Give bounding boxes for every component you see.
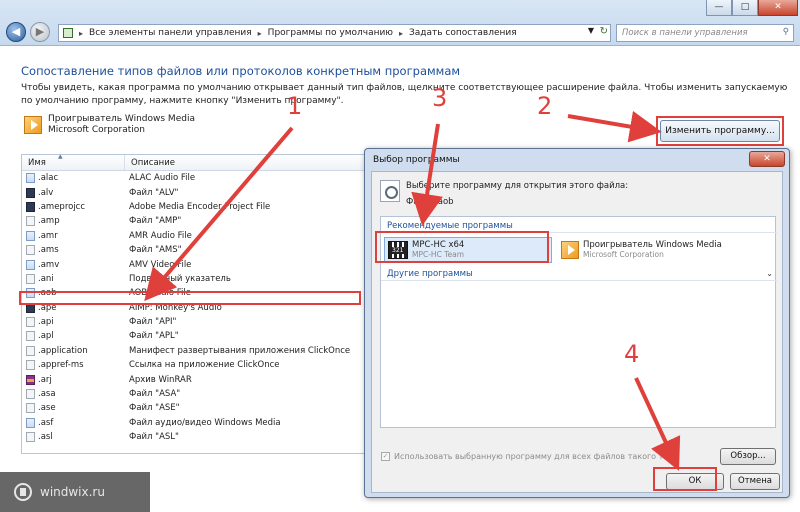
arrow-4 <box>634 377 681 471</box>
arrow-1 <box>144 126 294 302</box>
windwix-logo-icon <box>14 483 32 501</box>
annotation-arrows <box>144 110 681 471</box>
watermark: windwix.ru <box>0 472 150 512</box>
arrow-2 <box>567 110 662 143</box>
annotation-number-4: 4 <box>624 340 640 368</box>
annotation-number-3: 3 <box>432 84 448 112</box>
annotation-number-2: 2 <box>537 92 553 120</box>
watermark-text: windwix.ru <box>40 485 105 499</box>
annotation-number-1: 1 <box>287 92 303 120</box>
arrow-3 <box>411 123 443 226</box>
